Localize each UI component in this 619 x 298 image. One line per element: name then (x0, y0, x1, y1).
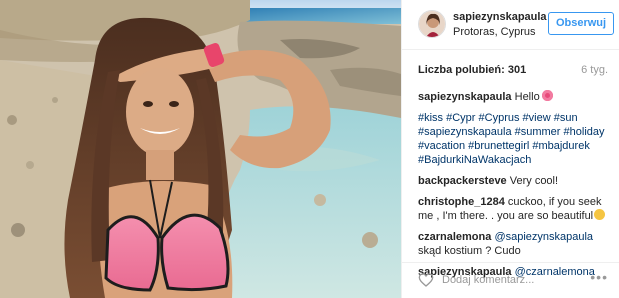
post-photo[interactable] (0, 0, 401, 298)
photo-image (0, 0, 401, 298)
comment-username[interactable]: christophe_1284 (418, 196, 505, 208)
follow-button[interactable]: Obserwuj (548, 12, 614, 35)
post-header: sapiezynskapaula Protoras, Cyprus Obserw… (402, 0, 619, 50)
likes-row: Liczba polubień: 301 6 tyg. (418, 64, 608, 76)
avatar-image (419, 11, 445, 37)
more-options-icon[interactable]: ••• (590, 269, 608, 285)
comment-item: czarnalemona @sapiezynskapaula skąd kost… (418, 230, 614, 258)
comment-mention[interactable]: @sapiezynskapaula (494, 231, 593, 243)
avatar[interactable] (418, 10, 446, 38)
post-age[interactable]: 6 tyg. (581, 64, 608, 76)
caption-username[interactable]: sapiezynskapaula (418, 91, 512, 103)
header-location[interactable]: Protoras, Cyprus (453, 26, 536, 38)
comment-username[interactable]: czarnalemona (418, 231, 491, 243)
smiley-icon (594, 209, 606, 220)
comment-input[interactable]: Dodaj komentarz... (442, 274, 534, 286)
header-username[interactable]: sapiezynskapaula (453, 11, 547, 23)
likes-count[interactable]: Liczba polubień: 301 (418, 64, 526, 76)
caption: sapiezynskapaula Hello #kiss #Cypr #Cypr… (418, 90, 614, 167)
post-footer: Dodaj komentarz... ••• (402, 262, 619, 298)
comment-text: Very cool! (509, 175, 559, 187)
comment-item: christophe_1284 cuckoo, if you seek me ,… (418, 195, 614, 223)
hibiscus-icon (541, 90, 553, 101)
comment-username[interactable]: backpackersteve (418, 175, 507, 187)
heart-icon[interactable] (418, 272, 434, 288)
caption-hashtags[interactable]: #kiss #Cypr #Cyprus #view #sun #sapiezyn… (418, 111, 614, 167)
post-sidebar: sapiezynskapaula Protoras, Cyprus Obserw… (401, 0, 619, 298)
comment-text: skąd kostium ? Cudo (418, 245, 521, 257)
comment-item: backpackersteve Very cool! (418, 174, 614, 188)
caption-text: Hello (514, 91, 540, 103)
comments-list: sapiezynskapaula Hello #kiss #Cypr #Cypr… (418, 90, 614, 286)
